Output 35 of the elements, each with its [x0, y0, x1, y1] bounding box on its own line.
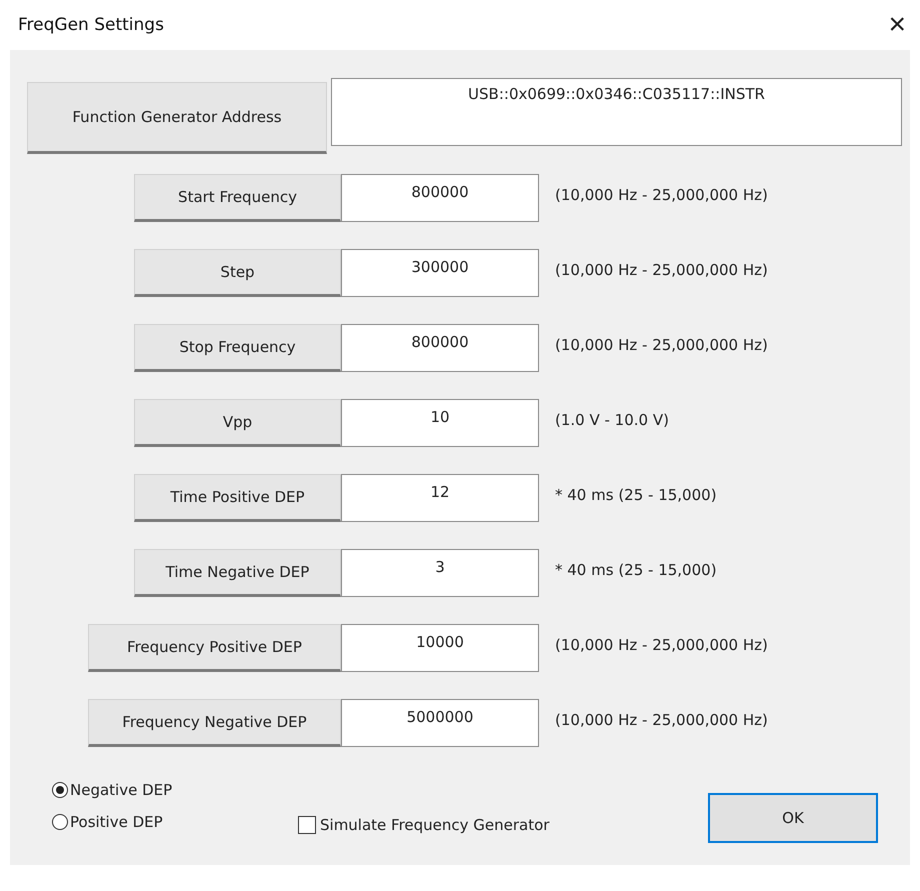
checkbox-label[interactable]: Simulate Frequency Generator — [320, 816, 550, 834]
range-hint: * 40 ms (25 - 15,000) — [555, 486, 717, 504]
radio-label[interactable]: Positive DEP — [70, 813, 163, 831]
address-button[interactable]: Function Generator Address — [27, 82, 327, 154]
parameter-field[interactable]: 800000 — [341, 324, 539, 372]
range-hint: (10,000 Hz - 25,000,000 Hz) — [555, 636, 768, 654]
parameter-button[interactable]: Step — [134, 249, 341, 297]
parameter-field[interactable]: 300000 — [341, 249, 539, 297]
radio-button[interactable] — [52, 782, 68, 798]
radio-label[interactable]: Negative DEP — [70, 781, 172, 799]
parameter-button[interactable]: Frequency Negative DEP — [88, 699, 341, 747]
checkbox[interactable] — [298, 816, 316, 834]
parameter-field[interactable]: 3 — [341, 549, 539, 597]
ok-button[interactable]: OK — [708, 793, 878, 843]
parameter-field[interactable]: 12 — [341, 474, 539, 522]
radio-button[interactable] — [52, 814, 68, 830]
parameter-field[interactable]: 5000000 — [341, 699, 539, 747]
parameter-field[interactable]: 10000 — [341, 624, 539, 672]
window-title: FreqGen Settings — [18, 15, 164, 35]
range-hint: (10,000 Hz - 25,000,000 Hz) — [555, 336, 768, 354]
range-hint: (10,000 Hz - 25,000,000 Hz) — [555, 186, 768, 204]
address-field[interactable]: USB::0x0699::0x0346::C035117::INSTR — [331, 78, 902, 146]
parameter-field[interactable]: 10 — [341, 399, 539, 447]
parameter-button[interactable]: Start Frequency — [134, 174, 341, 222]
range-hint: * 40 ms (25 - 15,000) — [555, 561, 717, 579]
parameter-button[interactable]: Vpp — [134, 399, 341, 447]
close-button[interactable]: × — [888, 10, 906, 40]
parameter-button[interactable]: Stop Frequency — [134, 324, 341, 372]
range-hint: (10,000 Hz - 25,000,000 Hz) — [555, 711, 768, 729]
parameter-button[interactable]: Time Positive DEP — [134, 474, 341, 522]
parameter-button[interactable]: Frequency Positive DEP — [88, 624, 341, 672]
range-hint: (10,000 Hz - 25,000,000 Hz) — [555, 261, 768, 279]
parameter-field[interactable]: 800000 — [341, 174, 539, 222]
range-hint: (1.0 V - 10.0 V) — [555, 411, 669, 429]
parameter-button[interactable]: Time Negative DEP — [134, 549, 341, 597]
